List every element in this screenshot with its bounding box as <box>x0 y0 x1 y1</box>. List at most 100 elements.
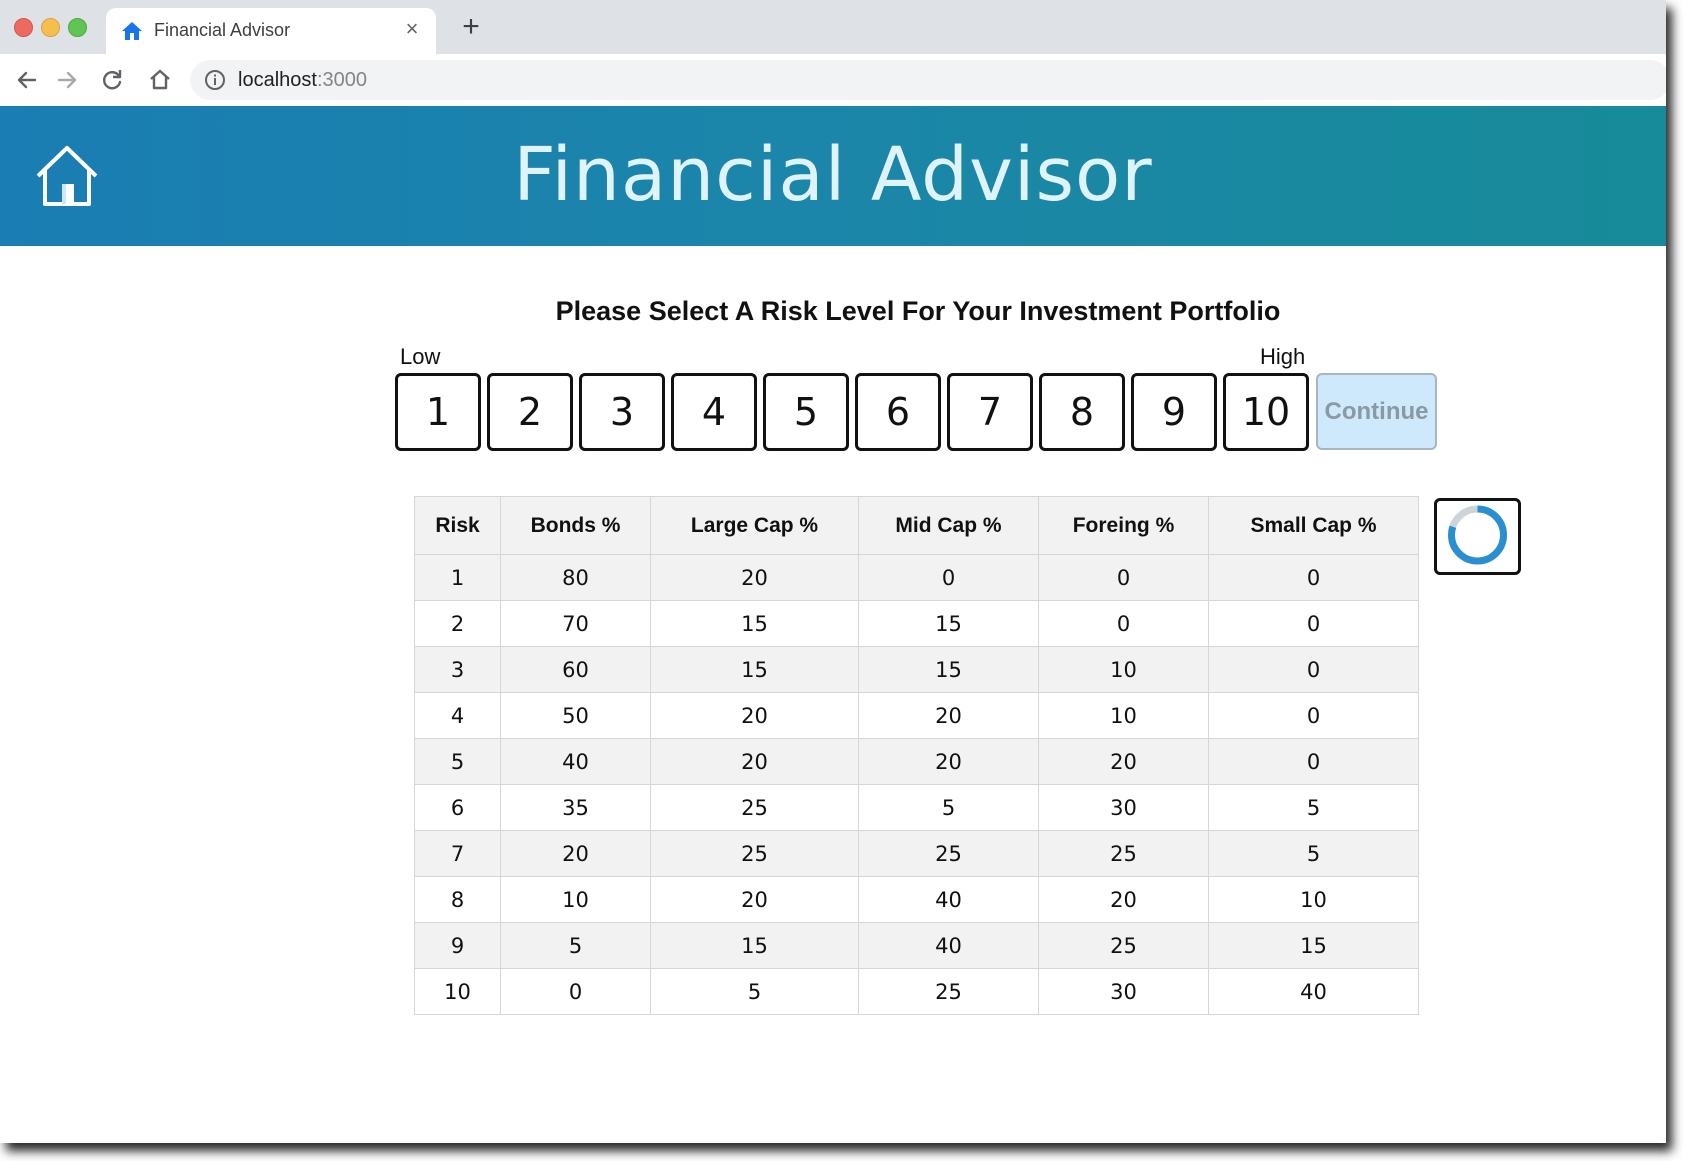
table-cell-large-cap: 20 <box>650 876 859 923</box>
table-body: 1 80 20 0 0 0 2 70 15 15 0 0 3 60 15 15 10 0 4 50 20 20 10 0 5 40… <box>414 554 1419 1015</box>
table-cell-large-cap: 5 <box>650 968 859 1015</box>
table-cell-mid-cap: 5 <box>858 784 1039 831</box>
table-cell-small-cap: 5 <box>1208 784 1419 831</box>
table-cell-bonds: 50 <box>500 692 651 739</box>
table-cell-small-cap: 0 <box>1208 600 1419 647</box>
table-cell-mid-cap: 40 <box>858 876 1039 923</box>
donut-chart <box>1448 505 1507 565</box>
url-host: localhost <box>238 69 317 91</box>
table-row: 5 40 20 20 20 0 <box>414 738 1419 785</box>
risk-level-button-9[interactable]: 9 <box>1131 373 1217 451</box>
info-icon[interactable] <box>204 69 226 91</box>
table-cell-large-cap: 25 <box>650 830 859 877</box>
table-cell-mid-cap: 20 <box>858 692 1039 739</box>
column-header-large-cap: Large Cap % <box>650 496 859 555</box>
risk-level-button-5[interactable]: 5 <box>763 373 849 451</box>
table-row: 7 20 25 25 25 5 <box>414 830 1419 877</box>
table-cell-foreign: 30 <box>1038 968 1209 1015</box>
column-header-small-cap: Small Cap % <box>1208 496 1419 555</box>
table-cell-small-cap: 40 <box>1208 968 1419 1015</box>
reload-icon[interactable] <box>98 66 126 94</box>
table-cell-bonds: 5 <box>500 922 651 969</box>
home-icon <box>120 19 144 43</box>
table-cell-foreign: 25 <box>1038 922 1209 969</box>
continue-button[interactable]: Continue <box>1316 373 1437 450</box>
table-cell-bonds: 70 <box>500 600 651 647</box>
risk-level-button-10[interactable]: 10 <box>1223 373 1309 451</box>
table-cell-small-cap: 15 <box>1208 922 1419 969</box>
table-cell-foreign: 25 <box>1038 830 1209 877</box>
home-icon[interactable] <box>146 66 174 94</box>
table-cell-small-cap: 0 <box>1208 554 1419 601</box>
table-cell-bonds: 10 <box>500 876 651 923</box>
table-cell-large-cap: 15 <box>650 600 859 647</box>
table-cell-large-cap: 15 <box>650 922 859 969</box>
allocation-table: Risk Bonds % Large Cap % Mid Cap % Forei… <box>414 496 1419 1015</box>
risk-level-button-2[interactable]: 2 <box>487 373 573 451</box>
table-row: 9 5 15 40 25 15 <box>414 922 1419 969</box>
browser-window: Financial Advisor × + localhost:3000 Fin… <box>0 0 1666 1143</box>
column-header-bonds: Bonds % <box>500 496 651 555</box>
minimize-window-button[interactable] <box>41 18 60 37</box>
column-header-mid-cap: Mid Cap % <box>858 496 1039 555</box>
table-cell-large-cap: 20 <box>650 692 859 739</box>
address-bar[interactable]: localhost:3000 <box>190 60 1666 100</box>
low-label: Low <box>400 344 441 369</box>
browser-toolbar: localhost:3000 <box>0 54 1666 107</box>
tab-title: Financial Advisor <box>154 20 291 40</box>
table-cell-small-cap: 0 <box>1208 738 1419 785</box>
table-cell-bonds: 20 <box>500 830 651 877</box>
column-header-foreign: Foreing % <box>1038 496 1209 555</box>
table-cell-mid-cap: 25 <box>858 968 1039 1015</box>
forward-arrow-icon[interactable] <box>54 66 82 94</box>
table-row: 8 10 20 40 20 10 <box>414 876 1419 923</box>
maximize-window-button[interactable] <box>68 18 87 37</box>
page-title: Financial Advisor <box>513 132 1153 218</box>
risk-level-button-3[interactable]: 3 <box>579 373 665 451</box>
table-cell-small-cap: 5 <box>1208 830 1419 877</box>
table-cell-bonds: 40 <box>500 738 651 785</box>
table-cell-bonds: 80 <box>500 554 651 601</box>
high-label: High <box>1260 344 1306 369</box>
table-cell-large-cap: 15 <box>650 646 859 693</box>
table-cell-foreign: 0 <box>1038 554 1209 601</box>
tab-strip: Financial Advisor × + <box>0 0 1666 54</box>
table-cell-risk: 1 <box>414 554 501 601</box>
new-tab-button[interactable]: + <box>458 12 484 42</box>
table-cell-bonds: 0 <box>500 968 651 1015</box>
table-cell-large-cap: 25 <box>650 784 859 831</box>
browser-tab-active[interactable]: Financial Advisor × <box>106 8 436 54</box>
table-cell-mid-cap: 15 <box>858 600 1039 647</box>
portfolio-chart-thumbnail[interactable] <box>1434 498 1521 575</box>
table-cell-mid-cap: 25 <box>858 830 1039 877</box>
risk-level-button-6[interactable]: 6 <box>855 373 941 451</box>
table-cell-risk: 8 <box>414 876 501 923</box>
table-cell-risk: 7 <box>414 830 501 877</box>
table-cell-risk: 9 <box>414 922 501 969</box>
risk-level-button-4[interactable]: 4 <box>671 373 757 451</box>
table-cell-risk: 10 <box>414 968 501 1015</box>
table-cell-foreign: 20 <box>1038 876 1209 923</box>
risk-level-button-1[interactable]: 1 <box>395 373 481 451</box>
table-cell-mid-cap: 0 <box>858 554 1039 601</box>
app-header: Financial Advisor <box>0 106 1666 246</box>
table-cell-bonds: 60 <box>500 646 651 693</box>
table-cell-risk: 2 <box>414 600 501 647</box>
risk-level-button-7[interactable]: 7 <box>947 373 1033 451</box>
table-header-row: Risk Bonds % Large Cap % Mid Cap % Forei… <box>414 496 1419 555</box>
table-cell-bonds: 35 <box>500 784 651 831</box>
table-cell-mid-cap: 20 <box>858 738 1039 785</box>
table-cell-large-cap: 20 <box>650 738 859 785</box>
table-cell-foreign: 10 <box>1038 646 1209 693</box>
table-cell-risk: 5 <box>414 738 501 785</box>
column-header-risk: Risk <box>414 496 501 555</box>
table-cell-risk: 4 <box>414 692 501 739</box>
url-port: :3000 <box>316 69 367 91</box>
close-window-button[interactable] <box>14 18 33 37</box>
table-row: 4 50 20 20 10 0 <box>414 692 1419 739</box>
risk-level-button-8[interactable]: 8 <box>1039 373 1125 451</box>
table-row: 3 60 15 15 10 0 <box>414 646 1419 693</box>
table-cell-small-cap: 0 <box>1208 692 1419 739</box>
back-arrow-icon[interactable] <box>12 66 40 94</box>
tab-close-icon[interactable]: × <box>400 17 424 41</box>
